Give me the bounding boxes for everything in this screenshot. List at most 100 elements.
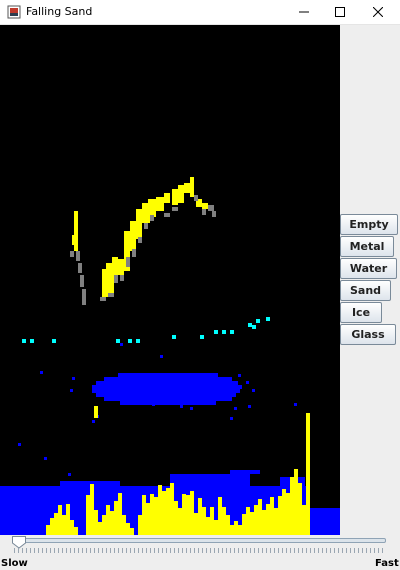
sand-arc	[178, 185, 184, 203]
water-drop	[160, 355, 163, 358]
sand-column	[290, 477, 294, 535]
metal-edge	[132, 249, 136, 257]
sand-arc	[202, 203, 208, 209]
ice-particle	[172, 335, 176, 339]
ice-particle	[266, 317, 270, 321]
sand-column	[266, 504, 270, 535]
water-blob	[92, 385, 242, 389]
water-drop	[234, 407, 237, 410]
sand-column	[306, 413, 310, 535]
water-blob	[96, 381, 238, 385]
sand-column	[102, 515, 106, 535]
water-drop	[68, 473, 71, 476]
sand-column	[118, 493, 122, 535]
water-drop	[180, 405, 183, 408]
maximize-button[interactable]	[322, 0, 358, 24]
title-bar[interactable]: Falling Sand	[0, 0, 400, 25]
sand-column	[234, 521, 238, 535]
sand-column	[98, 522, 102, 535]
tool-button-metal[interactable]: Metal	[340, 236, 394, 257]
ice-particle	[200, 335, 204, 339]
tool-button-water[interactable]: Water	[340, 258, 397, 279]
sand-arc	[148, 199, 156, 217]
sand-drop	[94, 406, 98, 418]
sand-column	[206, 517, 210, 535]
window-title: Falling Sand	[26, 5, 93, 18]
metal-edge	[194, 195, 198, 201]
sand-column	[114, 501, 118, 535]
sand-column	[218, 497, 222, 535]
sand-column	[138, 515, 142, 535]
water-blob	[92, 389, 240, 393]
minimize-button[interactable]	[286, 0, 322, 24]
tool-button-sand[interactable]: Sand	[340, 280, 391, 301]
minimize-icon	[299, 11, 309, 13]
sand-column	[106, 505, 110, 535]
sand-column	[50, 518, 54, 535]
close-button[interactable]	[360, 0, 396, 24]
tool-button-empty[interactable]: Empty	[340, 214, 398, 235]
sand-column	[238, 525, 242, 535]
water-drop	[92, 420, 95, 423]
ice-particle	[230, 330, 234, 334]
sand-column	[274, 508, 278, 535]
metal-edge	[172, 207, 178, 211]
sand-column	[270, 497, 274, 535]
water-drop	[190, 407, 193, 410]
sand-column	[214, 520, 218, 535]
water-drop	[40, 371, 43, 374]
sand-column	[286, 493, 290, 535]
sand-arc	[164, 193, 170, 203]
sand-column	[126, 523, 130, 535]
sand-canvas[interactable]	[0, 25, 340, 535]
ice-particle	[30, 339, 34, 343]
slider-track[interactable]	[13, 538, 386, 543]
metal-edge	[80, 275, 84, 287]
ice-particle	[22, 339, 26, 343]
maximize-icon	[335, 7, 345, 17]
sand-column	[86, 495, 90, 535]
metal-edge	[208, 205, 214, 211]
slider-thumb[interactable]	[11, 535, 27, 549]
sand-column	[302, 505, 306, 535]
water-drop	[18, 443, 21, 446]
sand-column	[194, 513, 198, 535]
sand-column	[242, 514, 246, 535]
slider-max-label: Fast	[375, 558, 399, 569]
water-blob	[120, 401, 216, 405]
water-pool	[310, 508, 340, 535]
water-drop	[248, 405, 251, 408]
sand-column	[250, 512, 254, 535]
sand-column	[90, 484, 94, 535]
speed-slider[interactable]: Slow Fast	[0, 535, 400, 570]
sand-column	[186, 495, 190, 535]
metal-edge	[212, 211, 216, 217]
ice-particle	[256, 319, 260, 323]
ice-particle	[214, 330, 218, 334]
metal-edge	[150, 215, 154, 221]
water-drop	[230, 417, 233, 420]
metal-edge	[76, 251, 80, 261]
sand-column	[70, 520, 74, 535]
ice-particle	[128, 339, 132, 343]
tool-button-ice[interactable]: Ice	[340, 302, 382, 323]
sand-column	[182, 494, 186, 535]
sand-column	[162, 491, 166, 535]
metal-edge	[78, 263, 82, 273]
water-drop	[120, 343, 123, 346]
tool-button-glass[interactable]: Glass	[340, 324, 396, 345]
water-drop	[238, 374, 241, 377]
metal-edge	[144, 223, 148, 229]
water-drop	[220, 395, 223, 398]
simulation-grid	[0, 25, 340, 535]
sand-column	[254, 505, 258, 535]
slider-ticks	[14, 548, 383, 553]
sand-arc	[136, 209, 142, 239]
sand-column	[130, 528, 134, 535]
water-pool	[230, 470, 260, 474]
water-drop	[72, 377, 75, 380]
falling-sand-app-icon	[7, 5, 21, 19]
sand-column	[150, 494, 154, 535]
sand-arc	[130, 221, 136, 251]
sand-column	[278, 496, 282, 535]
